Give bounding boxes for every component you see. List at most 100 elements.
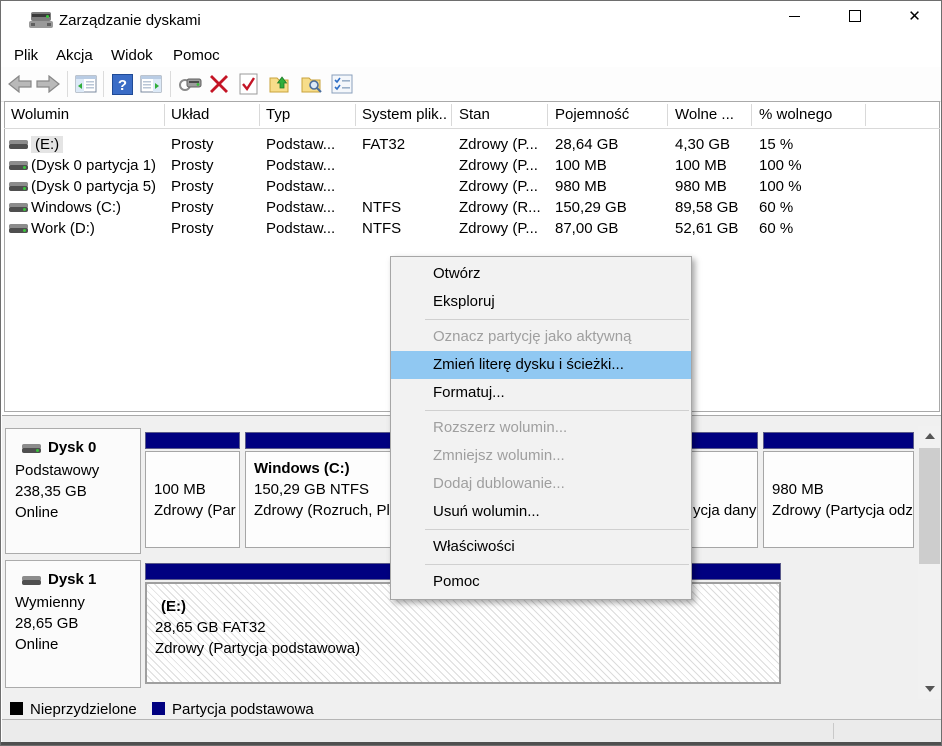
menu-item-wlasciwosci[interactable]: Właściwości — [391, 533, 691, 561]
menu-item-zmniejsz: Zmniejsz wolumin... — [391, 442, 691, 470]
legend-swatch-primary-partition — [152, 702, 165, 715]
column-header-typ[interactable]: Typ — [266, 102, 352, 128]
disk-size: 238,35 GB — [15, 483, 87, 500]
menu-item-dodaj-dublowanie: Dodaj dublowanie... — [391, 470, 691, 498]
legend-swatch-unallocated — [10, 702, 23, 715]
volume-disk-icon — [9, 181, 28, 192]
menu-item-pomoc[interactable]: Pomoc — [391, 568, 691, 596]
disk-management-window: Zarządzanie dyskami ✕ Plik Akcja Widok P… — [0, 0, 942, 746]
menu-item-zmien-litere[interactable]: Zmień literę dysku i ścieżki... — [391, 351, 691, 379]
volume-name: (Dysk 0 partycja 1) — [31, 155, 156, 176]
show-action-pane-icon — [140, 75, 162, 93]
forward-icon — [36, 75, 60, 93]
forward-button[interactable] — [35, 71, 61, 97]
delete-volume-button[interactable] — [206, 71, 232, 97]
back-button[interactable] — [7, 71, 33, 97]
menu-separator — [425, 564, 689, 565]
folder-up-icon — [269, 74, 291, 94]
volume-name: Windows (C:) — [31, 197, 121, 218]
folder-up-button[interactable] — [267, 71, 293, 97]
folder-search-button[interactable] — [299, 71, 325, 97]
column-header-stan[interactable]: Stan — [459, 102, 544, 128]
scrollbar-up-button[interactable] — [918, 426, 941, 446]
disk-name: Dysk 1 — [48, 571, 96, 588]
window-bottom-edge — [1, 742, 941, 746]
disk-status: Online — [15, 636, 58, 653]
column-header-pojemnosc[interactable]: Pojemność — [555, 102, 663, 128]
toolbar-separator — [103, 71, 104, 97]
disk-kind: Podstawowy — [15, 462, 99, 479]
volume-disk-icon — [9, 139, 28, 150]
volume-name: (Dysk 0 partycja 5) — [31, 176, 156, 197]
title-bar: Zarządzanie dyskami ✕ — [1, 1, 941, 41]
toolbar-separator — [67, 71, 68, 97]
disk-icon — [22, 575, 41, 586]
show-console-tree-icon — [75, 75, 97, 93]
close-button[interactable]: ✕ — [892, 1, 937, 31]
menu-item-rozszerz: Rozszerz wolumin... — [391, 414, 691, 442]
menu-item-eksploruj[interactable]: Eksploruj — [391, 288, 691, 316]
app-disk-icon — [29, 11, 53, 29]
toolbar-separator — [170, 71, 171, 97]
partition-header-bar — [763, 432, 914, 449]
menu-separator — [425, 529, 689, 530]
table-row[interactable]: (Dysk 0 partycja 5) Prosty Podstaw... Zd… — [1, 176, 937, 197]
table-row[interactable]: Work (D:) Prosty Podstaw... NTFS Zdrowy … — [1, 218, 937, 239]
menu-item-otworz[interactable]: Otwórz — [391, 260, 691, 288]
disk1-info-panel[interactable]: Dysk 1 Wymienny 28,65 GB Online — [5, 560, 141, 688]
disk-icon — [22, 443, 41, 454]
column-header-system-plikow[interactable]: System plik... — [362, 102, 448, 128]
volume-disk-icon — [9, 223, 28, 234]
volume-disk-icon — [9, 202, 28, 213]
checklist-icon — [331, 74, 353, 94]
disk-viewer-button[interactable] — [177, 71, 203, 97]
close-icon: ✕ — [908, 9, 921, 24]
legend-label-unallocated: Nieprzydzielone — [30, 701, 137, 718]
properties-check-icon — [239, 73, 258, 95]
disk-viewer-icon — [178, 76, 202, 92]
column-header-wolne[interactable]: Wolne ... — [675, 102, 747, 128]
table-row[interactable]: (E:) Prosty Podstaw... FAT32 Zdrowy (P..… — [1, 134, 937, 155]
menu-separator — [425, 410, 689, 411]
volume-name: (E:) — [31, 136, 63, 153]
folder-search-icon — [301, 74, 323, 94]
disk0-info-panel[interactable]: Dysk 0 Podstawowy 238,35 GB Online — [5, 428, 141, 554]
scrollbar-down-button[interactable] — [918, 679, 941, 699]
legend-bar: Nieprzydzielone Partycja podstawowa — [2, 700, 942, 720]
partition-recovery[interactable]: 980 MB Zdrowy (Partycja odz — [763, 432, 914, 548]
help-button[interactable]: ? — [109, 71, 135, 97]
chevron-up-icon — [925, 433, 935, 439]
window-title: Zarządzanie dyskami — [59, 12, 201, 29]
svg-text:?: ? — [117, 77, 126, 94]
show-console-tree-button[interactable] — [73, 71, 99, 97]
disk-size: 28,65 GB — [15, 615, 78, 632]
volume-disk-icon — [9, 160, 28, 171]
maximize-button[interactable] — [832, 1, 877, 31]
table-row[interactable]: (Dysk 0 partycja 1) Prosty Podstaw... Zd… — [1, 155, 937, 176]
column-header-uklad[interactable]: Układ — [171, 102, 256, 128]
column-header-procent-wolnego[interactable]: % wolnego — [759, 102, 859, 128]
table-row[interactable]: Windows (C:) Prosty Podstaw... NTFS Zdro… — [1, 197, 937, 218]
disk-status: Online — [15, 504, 58, 521]
checklist-button[interactable] — [329, 71, 355, 97]
disk-name: Dysk 0 — [48, 439, 96, 456]
context-menu: Otwórz Eksploruj Oznacz partycję jako ak… — [390, 256, 692, 600]
maximize-icon — [849, 10, 861, 22]
scrollbar-thumb[interactable] — [919, 448, 940, 564]
properties-check-button[interactable] — [235, 71, 261, 97]
menu-item-usun-wolumin[interactable]: Usuń wolumin... — [391, 498, 691, 526]
minimize-button[interactable] — [772, 1, 817, 31]
partition-header-bar — [145, 432, 240, 449]
menu-item-oznacz-partycje: Oznacz partycję jako aktywną — [391, 323, 691, 351]
back-icon — [8, 75, 32, 93]
status-bar-divider — [833, 723, 834, 739]
partition-dysk0-p1[interactable]: 100 MB Zdrowy (Par — [145, 432, 240, 548]
menu-item-formatuj[interactable]: Formatuj... — [391, 379, 691, 407]
delete-icon — [209, 74, 229, 94]
disk-kind: Wymienny — [15, 594, 85, 611]
minimize-icon — [789, 16, 800, 17]
volume-name: Work (D:) — [31, 218, 95, 239]
show-action-pane-button[interactable] — [138, 71, 164, 97]
column-header-wolumin[interactable]: Wolumin — [11, 102, 161, 128]
status-bar — [2, 720, 942, 742]
